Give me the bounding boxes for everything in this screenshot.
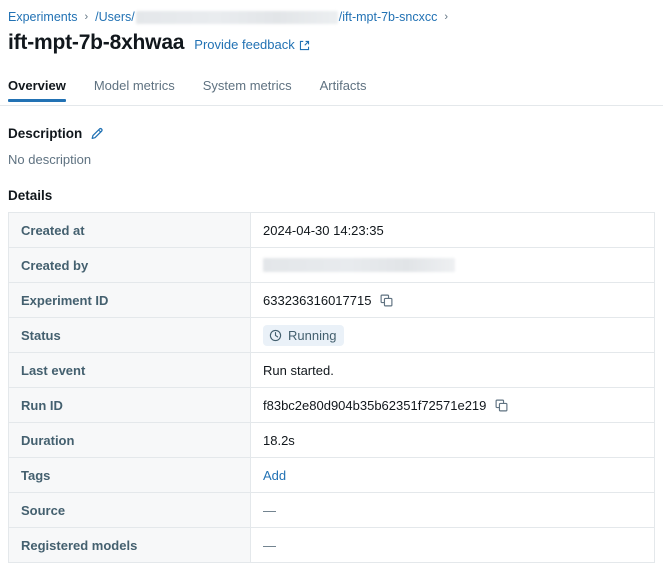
status-badge: Running — [263, 324, 345, 346]
detail-value-source: — — [250, 492, 655, 528]
copy-icon[interactable] — [495, 399, 508, 412]
table-row: Registered models — — [8, 527, 655, 563]
detail-value-tags: Add — [250, 457, 655, 493]
breadcrumb-experiment-suffix: /ift-mpt-7b-sncxcc — [338, 10, 438, 24]
detail-key-experiment-id: Experiment ID — [8, 282, 251, 318]
provide-feedback-label: Provide feedback — [194, 37, 295, 52]
details-table: Created at 2024-04-30 14:23:35 Created b… — [8, 212, 655, 563]
tab-system-metrics-label: System metrics — [202, 78, 292, 93]
table-row: Duration 18.2s — [8, 422, 655, 458]
detail-key-created-by: Created by — [8, 247, 251, 283]
source-value: — — [263, 502, 276, 518]
title-row: ift-mpt-7b-8xhwaa Provide feedback — [8, 30, 310, 56]
tab-system-metrics[interactable]: System metrics — [203, 78, 292, 101]
detail-value-run-id: f83bc2e80d904b35b62351f72571e219 — [250, 387, 655, 423]
tab-model-metrics[interactable]: Model metrics — [94, 78, 175, 101]
breadcrumb: Experiments › /Users//ift-mpt-7b-sncxcc … — [8, 8, 455, 26]
table-row: Created at 2024-04-30 14:23:35 — [8, 212, 655, 248]
last-event-value: Run started. — [263, 362, 334, 378]
copy-icon[interactable] — [380, 294, 393, 307]
tab-artifacts[interactable]: Artifacts — [320, 78, 367, 101]
status-badge-label: Running — [288, 327, 337, 343]
table-row: Tags Add — [8, 457, 655, 493]
description-header: Description — [8, 126, 104, 141]
description-heading: Description — [8, 126, 83, 141]
detail-key-registered-models: Registered models — [8, 527, 251, 563]
breadcrumb-user-prefix: /Users/ — [95, 10, 135, 24]
table-row: Source — — [8, 492, 655, 528]
page-title: ift-mpt-7b-8xhwaa — [8, 31, 185, 54]
detail-value-registered-models: — — [250, 527, 655, 563]
table-row: Run ID f83bc2e80d904b35b62351f72571e219 — [8, 387, 655, 423]
experiment-run-page: Experiments › /Users//ift-mpt-7b-sncxcc … — [0, 0, 663, 570]
created-at-value: 2024-04-30 14:23:35 — [263, 222, 384, 238]
detail-key-duration: Duration — [8, 422, 251, 458]
provide-feedback-link[interactable]: Provide feedback — [194, 36, 309, 54]
breadcrumb-item-experiments[interactable]: Experiments — [8, 10, 77, 24]
description-empty-text: No description — [8, 152, 92, 167]
detail-value-created-at: 2024-04-30 14:23:35 — [250, 212, 655, 248]
breadcrumb-separator-1: › — [84, 11, 89, 23]
detail-value-status: Running — [250, 317, 655, 353]
breadcrumb-separator-2: › — [444, 11, 449, 23]
clock-icon — [269, 329, 282, 342]
redacted-username — [135, 10, 338, 24]
detail-key-tags: Tags — [8, 457, 251, 493]
detail-value-created-by — [250, 247, 655, 283]
table-row: Status Running — [8, 317, 655, 353]
detail-key-source: Source — [8, 492, 251, 528]
details-heading: Details — [8, 188, 53, 203]
pencil-icon[interactable] — [90, 127, 104, 141]
tab-bar: Overview Model metrics System metrics Ar… — [0, 78, 663, 106]
redacted-created-by — [263, 258, 455, 272]
table-row: Experiment ID 633236316017715 — [8, 282, 655, 318]
detail-key-status: Status — [8, 317, 251, 353]
breadcrumb-item-user-path[interactable]: /Users/ /ift-mpt-7b-sncxcc — [95, 10, 437, 24]
add-tag-link[interactable]: Add — [263, 468, 286, 483]
detail-value-experiment-id: 633236316017715 — [250, 282, 655, 318]
duration-value: 18.2s — [263, 432, 295, 448]
detail-value-duration: 18.2s — [250, 422, 655, 458]
tab-model-metrics-label: Model metrics — [93, 78, 175, 93]
detail-key-run-id: Run ID — [8, 387, 251, 423]
run-id-value: f83bc2e80d904b35b62351f72571e219 — [263, 397, 487, 413]
detail-value-last-event: Run started. — [250, 352, 655, 388]
table-row: Created by — [8, 247, 655, 283]
table-row: Last event Run started. — [8, 352, 655, 388]
tab-overview[interactable]: Overview — [8, 78, 66, 102]
tab-artifacts-label: Artifacts — [319, 78, 367, 93]
detail-key-created-at: Created at — [8, 212, 251, 248]
tab-overview-label: Overview — [8, 78, 66, 93]
detail-key-last-event: Last event — [8, 352, 251, 388]
experiment-id-value: 633236316017715 — [263, 292, 372, 308]
registered-models-value: — — [263, 537, 276, 553]
external-link-icon — [299, 40, 310, 51]
